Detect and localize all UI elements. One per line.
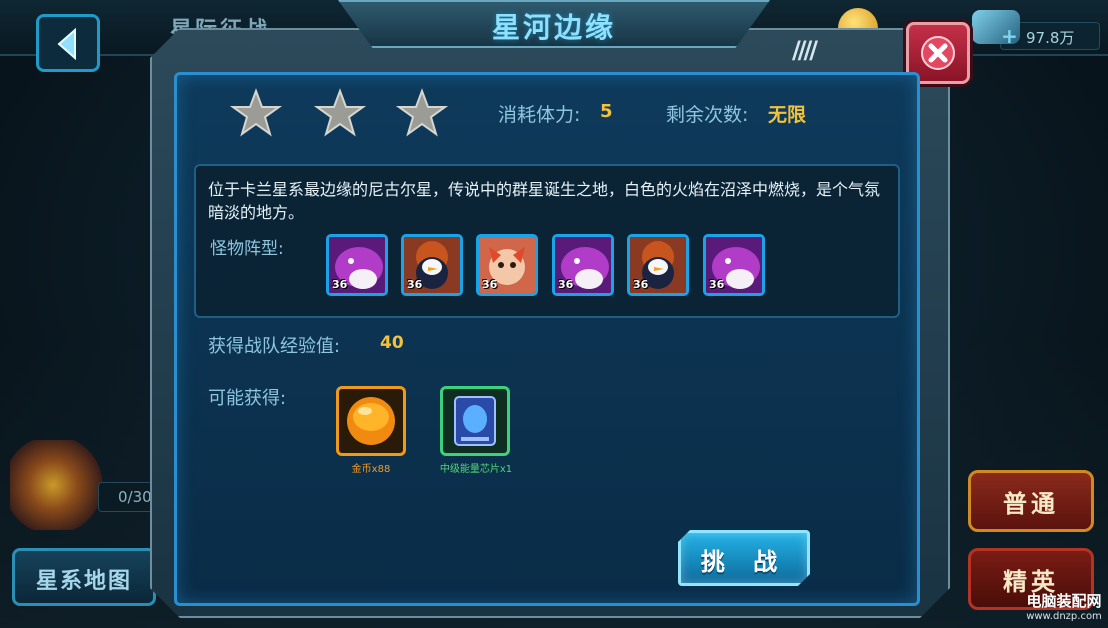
monster-level: 36 bbox=[482, 278, 498, 291]
resource-amount: 97.8万 bbox=[1026, 29, 1075, 47]
monster-level: 36 bbox=[709, 278, 725, 291]
watermark-title: 电脑装配网 bbox=[1026, 592, 1102, 610]
watermark-url: www.dnzp.com bbox=[1026, 611, 1102, 622]
star-rating-icon bbox=[314, 88, 366, 137]
remaining-attempts-label: 剩余次数: bbox=[666, 104, 749, 126]
monster-level: 36 bbox=[332, 278, 348, 291]
monster-card[interactable]: 36 bbox=[326, 234, 388, 296]
add-resource-icon[interactable]: + bbox=[1001, 24, 1018, 48]
monster-card[interactable]: 36 bbox=[552, 234, 614, 296]
monster-card[interactable]: 36 bbox=[476, 234, 538, 296]
robot-character bbox=[10, 440, 106, 530]
team-exp-value: 40 bbox=[380, 333, 404, 353]
gold-orb-icon bbox=[347, 397, 395, 445]
monster-level: 36 bbox=[407, 278, 423, 291]
star-rating-icon bbox=[230, 88, 282, 137]
watermark: 电脑装配网 www.dnzp.com bbox=[1022, 590, 1106, 622]
possible-drops-label: 可能获得: bbox=[208, 388, 287, 409]
stage-description: 位于卡兰星系最边缘的尼古尔星，传说中的群星诞生之地，白色的火焰在沼泽中燃烧，是个… bbox=[208, 180, 881, 222]
energy-chip-icon bbox=[454, 396, 496, 446]
dialog-title: 星河边缘 bbox=[491, 11, 616, 44]
reward-energy-chip-caption: 中级能量芯片x1 bbox=[439, 464, 513, 475]
close-icon bbox=[921, 36, 955, 70]
challenge-button-label: 挑 战 bbox=[700, 548, 788, 576]
star-map-label: 星系地图 bbox=[35, 569, 132, 594]
title-decoration: //// bbox=[792, 36, 818, 64]
reward-gold[interactable] bbox=[336, 386, 406, 456]
monster-card[interactable]: 36 bbox=[703, 234, 765, 296]
back-button[interactable] bbox=[36, 14, 100, 72]
star-rating-icon bbox=[396, 88, 448, 137]
monster-formation-label: 怪物阵型: bbox=[210, 239, 284, 259]
reward-gold-caption: 金币x88 bbox=[351, 464, 391, 475]
remaining-attempts-value: 无限 bbox=[768, 104, 807, 126]
monster-level: 36 bbox=[633, 278, 649, 291]
team-exp-label: 获得战队经验值: bbox=[208, 336, 341, 357]
back-arrow-icon bbox=[57, 28, 76, 60]
reward-energy-chip[interactable] bbox=[440, 386, 510, 456]
normal-mode-label: 普通 bbox=[1003, 490, 1059, 518]
monster-card[interactable]: 36 bbox=[627, 234, 689, 296]
stamina-cost-label: 消耗体力: bbox=[498, 104, 581, 126]
monster-card[interactable]: 36 bbox=[401, 234, 463, 296]
progress-label: 0/30 bbox=[118, 488, 152, 506]
stamina-cost-value: 5 bbox=[600, 101, 613, 122]
monster-level: 36 bbox=[558, 278, 574, 291]
